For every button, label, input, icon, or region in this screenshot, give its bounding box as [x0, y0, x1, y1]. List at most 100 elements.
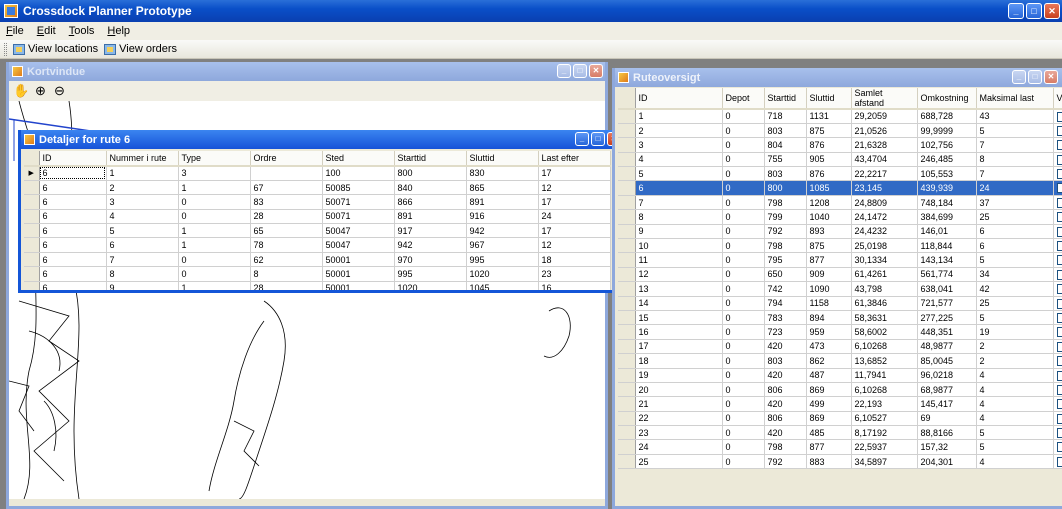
column-header[interactable]: Maksimal last — [976, 88, 1054, 110]
table-cell[interactable]: 9 — [635, 224, 723, 240]
table-cell[interactable]: 204,301 — [917, 454, 977, 470]
table-cell[interactable]: 755 — [764, 152, 807, 168]
column-header[interactable]: Depot — [722, 88, 765, 110]
table-cell[interactable]: 917 — [394, 223, 467, 239]
table-cell[interactable]: 0 — [722, 396, 765, 412]
table-cell[interactable]: 146,01 — [917, 224, 977, 240]
column-header[interactable]: Sluttid — [806, 88, 852, 110]
table-cell[interactable]: 22,5937 — [851, 439, 918, 455]
table-cell[interactable]: 638,041 — [917, 281, 977, 297]
table-cell[interactable]: 3 — [106, 194, 179, 210]
table-row[interactable]: 23 0 420 485 8,17192 88,8166 5 — [618, 425, 1062, 441]
table-cell[interactable]: 43,4704 — [851, 152, 918, 168]
table-row[interactable]: 6 8 0 8 50001 995 1020 23 — [24, 266, 611, 282]
table-cell[interactable]: 6 — [39, 194, 107, 210]
row-header[interactable] — [618, 324, 636, 340]
zoom-out-icon[interactable]: ⊖ — [51, 83, 68, 99]
row-header[interactable] — [618, 296, 636, 311]
table-cell[interactable]: 50071 — [322, 194, 395, 210]
table-cell[interactable]: 905 — [806, 152, 852, 168]
vis-checkbox[interactable] — [1056, 255, 1062, 266]
table-cell[interactable]: 21,6328 — [851, 137, 918, 153]
row-header[interactable] — [24, 266, 40, 282]
table-cell[interactable]: 5 — [106, 223, 179, 239]
table-cell[interactable]: 1 — [106, 166, 179, 181]
table-cell[interactable]: 24,8809 — [851, 195, 918, 211]
table-cell[interactable]: 23,145 — [851, 180, 918, 196]
column-header[interactable]: Starttid — [764, 88, 807, 110]
table-cell[interactable]: 5 — [976, 123, 1054, 139]
table-cell[interactable]: 68,9877 — [917, 382, 977, 398]
close-button[interactable]: ✕ — [1044, 70, 1058, 84]
table-cell[interactable]: 69 — [917, 411, 977, 427]
table-cell[interactable]: 0 — [722, 252, 765, 268]
table-cell[interactable]: 995 — [466, 252, 539, 268]
table-cell[interactable]: 748,184 — [917, 195, 977, 211]
table-row[interactable]: 6 3 0 83 50071 866 891 17 — [24, 194, 611, 210]
vis-checkbox[interactable] — [1056, 169, 1062, 180]
vis-checkbox[interactable] — [1056, 413, 1062, 424]
toolbar-grip[interactable] — [4, 42, 7, 56]
table-cell[interactable]: 794 — [764, 296, 807, 311]
table-cell[interactable]: 798 — [764, 238, 807, 254]
table-cell[interactable]: 877 — [806, 439, 852, 455]
row-header[interactable] — [24, 252, 40, 268]
table-cell[interactable]: 1158 — [806, 296, 852, 311]
vis-checkbox[interactable] — [1056, 111, 1062, 122]
table-cell[interactable]: 6 — [106, 237, 179, 253]
table-cell[interactable]: 830 — [466, 166, 539, 181]
table-cell[interactable]: 78 — [250, 237, 323, 253]
table-cell[interactable]: 5 — [976, 425, 1054, 441]
table-cell[interactable]: 0 — [722, 152, 765, 168]
table-cell[interactable]: 420 — [764, 368, 807, 383]
table-row[interactable]: 16 0 723 959 58,6002 448,351 19 — [618, 324, 1062, 340]
table-cell[interactable]: 30,1334 — [851, 252, 918, 268]
table-cell[interactable]: 0 — [722, 324, 765, 340]
table-cell[interactable]: 50001 — [322, 281, 395, 290]
table-cell[interactable]: 18 — [635, 353, 723, 369]
table-cell[interactable]: 0 — [722, 238, 765, 254]
table-row[interactable]: 13 0 742 1090 43,798 638,041 42 — [618, 281, 1062, 297]
table-cell[interactable]: 6 — [39, 180, 107, 196]
vis-checkbox[interactable] — [1056, 312, 1062, 323]
vis-checkbox[interactable] — [1056, 183, 1062, 194]
route-details-titlebar[interactable]: Detaljer for rute 6 _ □ ✕ — [21, 130, 623, 149]
column-header[interactable]: Sluttid — [466, 151, 539, 167]
row-header[interactable] — [618, 252, 636, 268]
row-header[interactable] — [618, 454, 636, 470]
table-cell[interactable]: 50071 — [322, 209, 395, 225]
table-cell[interactable]: 875 — [806, 123, 852, 139]
table-cell[interactable]: 783 — [764, 310, 807, 326]
table-cell[interactable]: 1020 — [466, 266, 539, 282]
table-cell[interactable]: 5 — [976, 439, 1054, 455]
table-cell[interactable]: 942 — [394, 237, 467, 253]
table-cell[interactable]: 0 — [722, 439, 765, 455]
table-cell[interactable]: 5 — [976, 310, 1054, 326]
table-cell[interactable]: 804 — [764, 137, 807, 153]
table-cell[interactable]: 34,5897 — [851, 454, 918, 470]
table-cell[interactable]: 83 — [250, 194, 323, 210]
table-row[interactable]: 17 0 420 473 6,10268 48,9877 2 — [618, 339, 1062, 355]
table-cell[interactable]: 0 — [722, 454, 765, 470]
vis-checkbox[interactable] — [1056, 212, 1062, 223]
table-cell[interactable]: 3 — [178, 166, 251, 181]
table-row[interactable]: 11 0 795 877 30,1334 143,134 5 — [618, 252, 1062, 268]
table-cell[interactable]: 876 — [806, 166, 852, 182]
table-cell[interactable]: 12 — [538, 180, 611, 196]
table-cell[interactable]: 866 — [394, 194, 467, 210]
menu-file[interactable]: File — [6, 25, 24, 37]
table-row[interactable]: 6 4 0 28 50071 891 916 24 — [24, 209, 611, 225]
table-cell[interactable]: 8 — [976, 152, 1054, 168]
table-cell[interactable]: 420 — [764, 339, 807, 355]
view-locations-button[interactable]: View locations — [13, 43, 98, 55]
table-cell[interactable]: 22,2217 — [851, 166, 918, 182]
table-row[interactable]: 6 2 1 67 50085 840 865 12 — [24, 180, 611, 196]
column-header[interactable]: Samlet afstand — [851, 88, 918, 110]
table-cell[interactable]: 6 — [39, 237, 107, 253]
minimize-button[interactable]: _ — [1012, 70, 1026, 84]
table-cell[interactable]: 6 — [976, 238, 1054, 254]
table-cell[interactable]: 2 — [106, 180, 179, 196]
table-cell[interactable]: 883 — [806, 454, 852, 470]
table-cell[interactable]: 4 — [976, 454, 1054, 470]
table-cell[interactable]: 24 — [976, 180, 1054, 196]
